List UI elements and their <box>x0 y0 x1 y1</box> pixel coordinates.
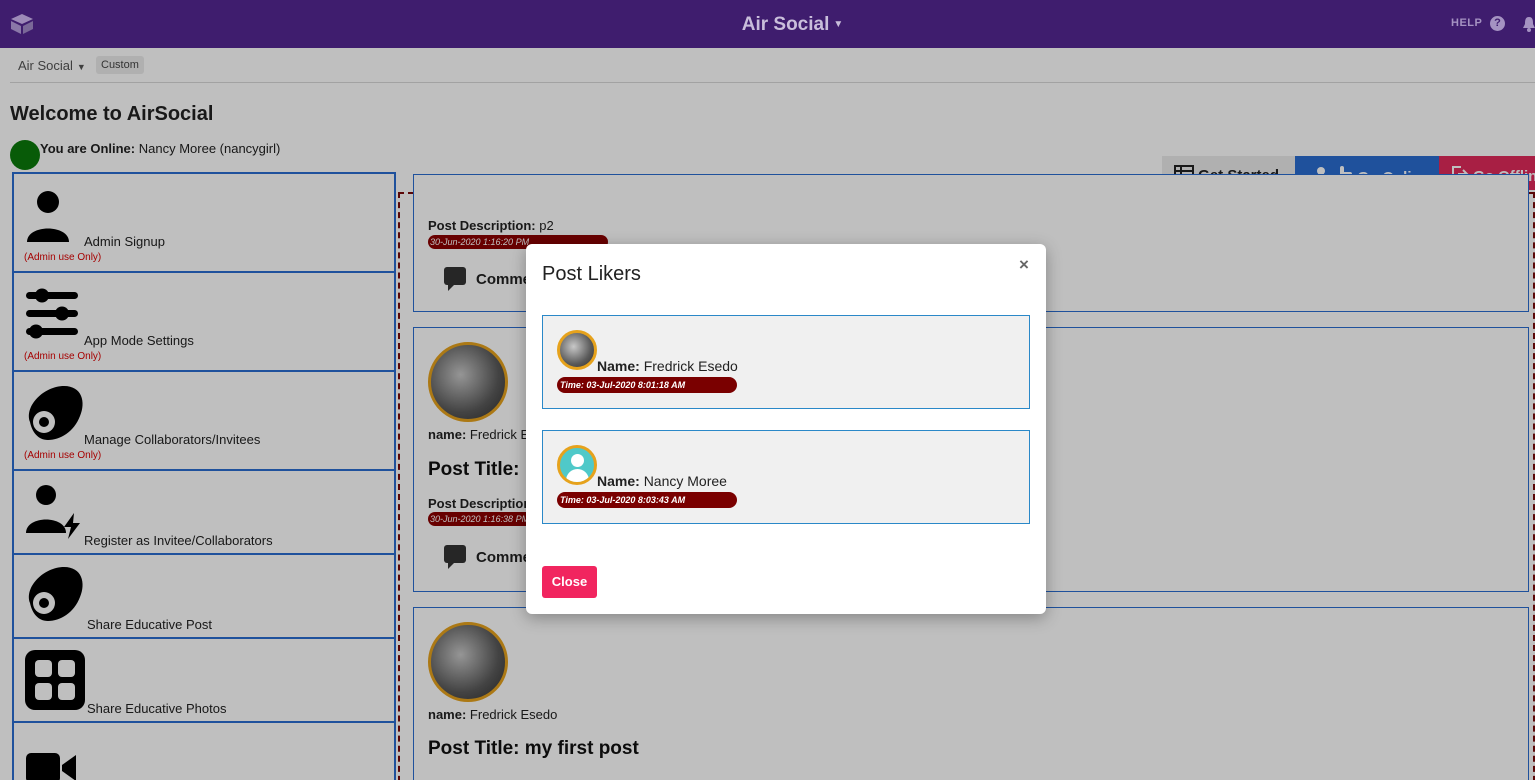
liker-time-value: 03-Jul-2020 8:01:18 AM <box>586 380 686 390</box>
liker-name-label: Name: <box>597 473 640 489</box>
chevron-down-icon: ▼ <box>833 19 844 31</box>
liker-time-label: Time: <box>560 380 584 390</box>
avatar <box>557 330 597 370</box>
liker-name: Name: Nancy Moree <box>597 473 727 489</box>
modal-title: Post Likers <box>542 263 641 285</box>
liker-name-label: Name: <box>597 358 640 374</box>
liker-time: Time: 03-Jul-2020 8:03:43 AM <box>557 492 737 508</box>
liker-card: Name: Fredrick Esedo Time: 03-Jul-2020 8… <box>542 315 1030 409</box>
liker-card: Name: Nancy Moree Time: 03-Jul-2020 8:03… <box>542 430 1030 524</box>
liker-name-value: Fredrick Esedo <box>643 358 738 374</box>
app-title-dropdown[interactable]: Air Social ▼ <box>0 14 1535 36</box>
liker-name-value: Nancy Moree <box>643 473 727 489</box>
default-avatar-icon <box>557 445 597 485</box>
liker-time-label: Time: <box>560 495 584 505</box>
liker-name: Name: Fredrick Esedo <box>597 358 738 374</box>
bell-icon[interactable] <box>1522 16 1535 32</box>
help-icon[interactable]: ? <box>1490 16 1505 31</box>
liker-time: Time: 03-Jul-2020 8:01:18 AM <box>557 377 737 393</box>
close-button[interactable]: Close <box>542 566 597 598</box>
post-likers-modal: Post Likers × Name: Fredrick Esedo Time:… <box>526 244 1046 614</box>
help-link[interactable]: HELP <box>1451 17 1482 29</box>
top-bar: Air Social ▼ HELP ? <box>0 0 1535 48</box>
close-icon[interactable]: × <box>1019 255 1029 275</box>
liker-time-value: 03-Jul-2020 8:03:43 AM <box>586 495 686 505</box>
app-title-label: Air Social <box>741 14 830 35</box>
